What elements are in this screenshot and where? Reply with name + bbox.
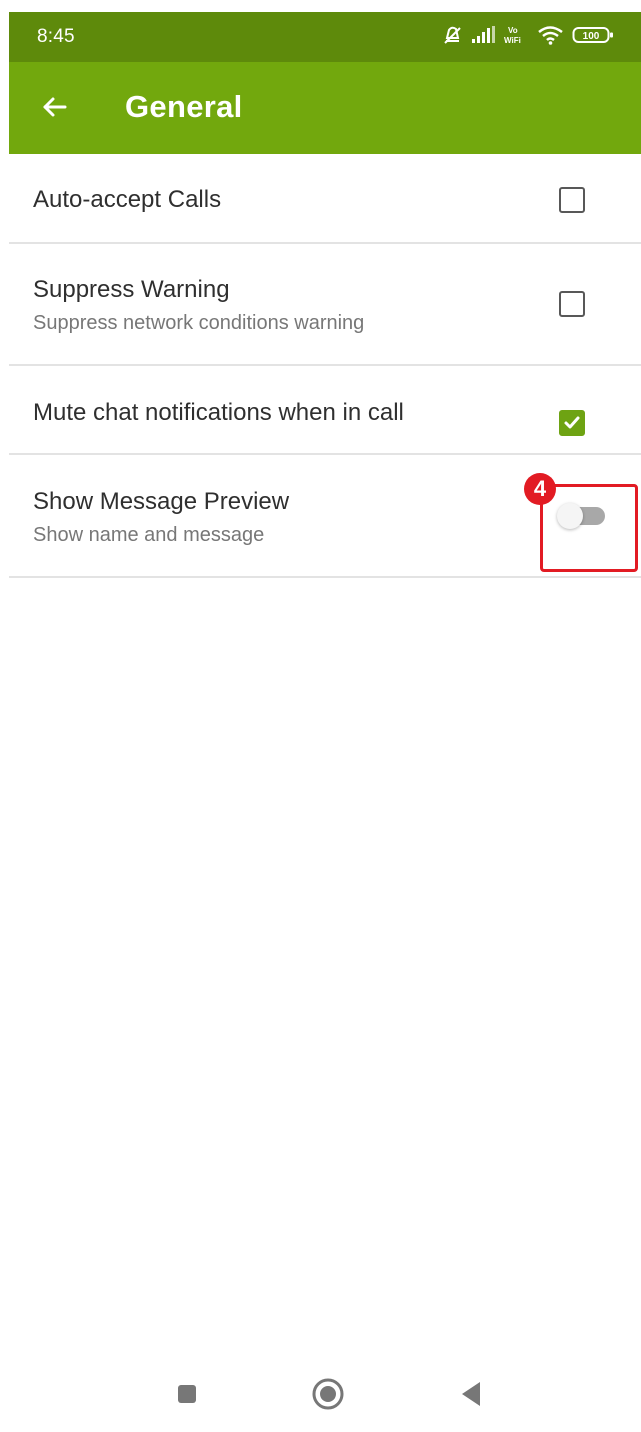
auto-accept-calls-setting[interactable]: Auto-accept Calls (9, 154, 641, 244)
wifi-icon (537, 25, 564, 45)
signal-icon (471, 25, 496, 45)
recent-apps-button[interactable] (160, 1367, 214, 1421)
show-message-preview-label: Show Message Preview (33, 488, 290, 515)
svg-text:Vo: Vo (508, 26, 518, 35)
arrow-left-icon (43, 97, 67, 117)
vowifi-icon: Vo WiFi (504, 25, 529, 45)
show-message-preview-description: Show name and message (33, 524, 265, 546)
status-bar: 8:45 Vo WiFi 100 (9, 12, 641, 62)
battery-icon: 100 (572, 25, 615, 45)
recent-apps-icon (178, 1385, 196, 1403)
suppress-warning-description: Suppress network conditions warning (33, 312, 365, 334)
app-screen: 8:45 Vo WiFi 100 General Auto-accept Cal… (0, 0, 641, 1432)
status-icons: Vo WiFi 100 (442, 25, 615, 45)
page-title: General (125, 89, 243, 124)
system-back-button[interactable] (443, 1367, 497, 1421)
screen-edge (0, 0, 9, 1432)
home-button[interactable] (301, 1367, 355, 1421)
show-message-preview-switch[interactable] (557, 503, 607, 529)
suppress-warning-setting[interactable]: Suppress Warning Suppress network condit… (9, 244, 641, 366)
show-message-preview-setting[interactable]: Show Message Preview Show name and messa… (9, 455, 641, 578)
checkmark-icon (564, 416, 580, 429)
annotation-badge: 4 (524, 473, 556, 505)
mute-chat-notifications-checkbox[interactable] (559, 410, 585, 436)
mute-chat-notifications-setting[interactable]: Mute chat notifications when in call (9, 366, 641, 455)
auto-accept-calls-checkbox[interactable] (559, 187, 585, 213)
suppress-warning-checkbox[interactable] (559, 291, 585, 317)
general-settings-list: Auto-accept Calls Suppress Warning Suppr… (9, 154, 641, 578)
mute-chat-notifications-label: Mute chat notifications when in call (33, 399, 404, 426)
svg-text:WiFi: WiFi (504, 36, 521, 45)
toggle-highlight-box (540, 484, 638, 572)
alarm-off-icon (442, 25, 463, 45)
home-icon (312, 1378, 344, 1410)
app-bar: General (9, 62, 641, 154)
status-time: 8:45 (37, 26, 75, 47)
system-navigation-bar (9, 1367, 641, 1432)
auto-accept-calls-label: Auto-accept Calls (33, 186, 222, 213)
switch-thumb (557, 503, 583, 529)
battery-level: 100 (583, 31, 600, 42)
back-button[interactable] (37, 90, 71, 124)
suppress-warning-label: Suppress Warning (33, 276, 230, 303)
back-triangle-icon (462, 1382, 480, 1406)
